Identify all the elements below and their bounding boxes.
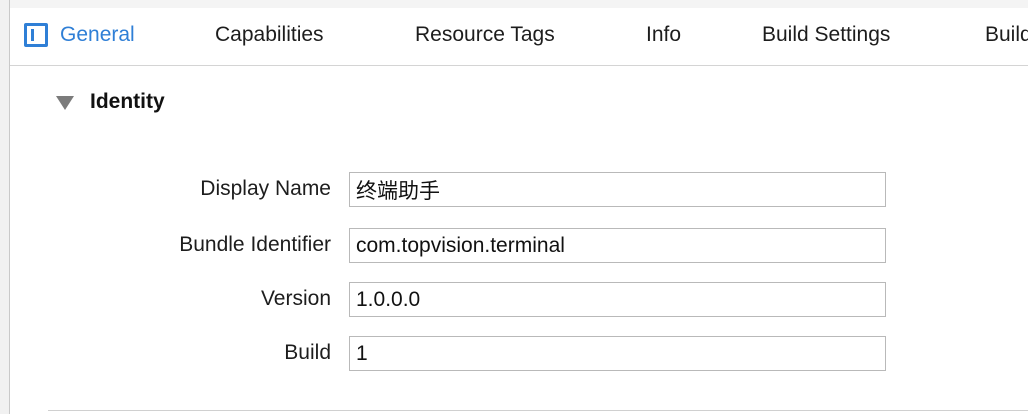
tab-info[interactable]: Info [646,23,681,47]
build-field[interactable] [349,336,886,371]
version-field[interactable] [349,282,886,317]
section-divider [48,410,1028,411]
display-name-label: Display Name [200,177,331,200]
disclosure-triangle-icon[interactable] [56,96,74,110]
left-gutter [0,0,10,414]
sidebar-toggle-bar [31,29,34,41]
version-label: Version [260,287,331,310]
build-label: Build [284,341,331,364]
bundle-identifier-field[interactable] [349,228,886,263]
tab-build-settings[interactable]: Build Settings [762,23,890,47]
project-editor: General Capabilities Resource Tags Info … [0,0,1028,414]
sidebar-toggle-icon[interactable] [24,23,48,47]
tab-build-phases[interactable]: Build [985,23,1028,47]
display-name-field[interactable] [349,172,886,207]
tab-resource-tags[interactable]: Resource Tags [415,23,555,47]
bundle-identifier-label: Bundle Identifier [179,233,331,256]
tab-general[interactable]: General [60,23,135,47]
identity-section-title: Identity [90,90,165,113]
tab-bar: General Capabilities Resource Tags Info … [10,8,1028,66]
tab-capabilities[interactable]: Capabilities [215,23,324,47]
